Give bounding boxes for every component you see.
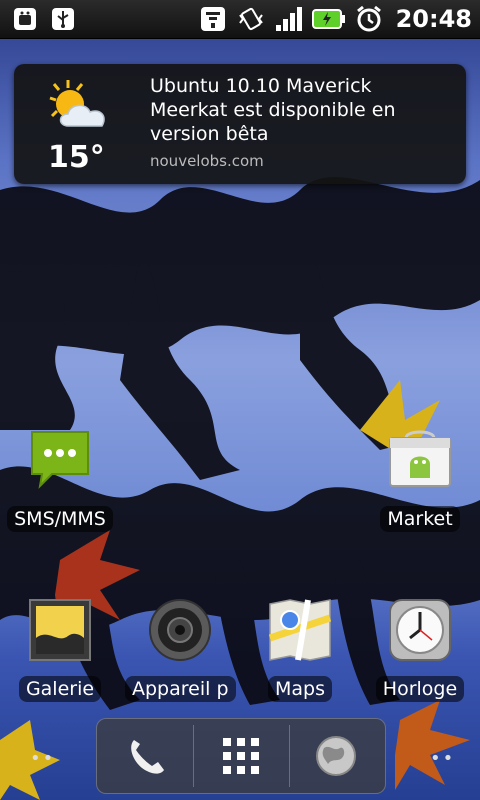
dock-separator [193, 725, 194, 787]
phone-icon[interactable] [117, 727, 175, 785]
app-drawer-icon[interactable] [212, 727, 270, 785]
clock-time: 20:48 [395, 5, 472, 33]
app-camera[interactable]: Appareil p [125, 598, 236, 706]
gallery-icon [29, 599, 91, 661]
camera-icon [149, 599, 211, 661]
signal-icon [274, 4, 304, 34]
dock-bar [96, 718, 386, 794]
usb-icon [48, 4, 78, 34]
app-label-camera: Appareil p [125, 676, 236, 702]
browser-icon[interactable] [307, 727, 365, 785]
news-weather-widget[interactable]: 15° Ubuntu 10.10 Maverick Meerkat est di… [14, 64, 466, 184]
app-label-sms: SMS/MMS [7, 506, 113, 532]
app-label-market: Market [380, 506, 460, 532]
maps-icon [268, 599, 332, 661]
app-maps[interactable]: Maps [245, 598, 355, 706]
vibrate-icon [236, 4, 266, 34]
market-icon [389, 430, 451, 487]
app-sms[interactable]: SMS/MMS [5, 428, 115, 536]
news-source: nouvelobs.com [150, 152, 264, 170]
app-label-maps: Maps [268, 676, 332, 702]
clock-icon [389, 599, 451, 661]
dock-separator [289, 725, 290, 787]
sms-icon [31, 431, 89, 489]
status-bar[interactable]: 20:48 [0, 0, 480, 39]
alarm-icon [354, 4, 384, 34]
wifi-icon [198, 4, 228, 34]
app-market[interactable]: Market [365, 428, 475, 536]
partly-cloudy-icon [49, 80, 105, 127]
app-gallery[interactable]: Galerie [5, 598, 115, 706]
right-page-indicator[interactable]: •• [430, 748, 455, 769]
left-page-indicator[interactable]: •• [30, 748, 55, 769]
news-headline[interactable]: Ubuntu 10.10 Maverick Meerkat est dispon… [150, 74, 450, 146]
battery-charging-icon [311, 4, 346, 34]
app-clock[interactable]: Horloge [365, 598, 475, 706]
app-label-clock: Horloge [375, 676, 465, 702]
temperature: 15° [48, 140, 105, 175]
android-debug-icon [10, 4, 40, 34]
app-label-gallery: Galerie [18, 676, 102, 702]
